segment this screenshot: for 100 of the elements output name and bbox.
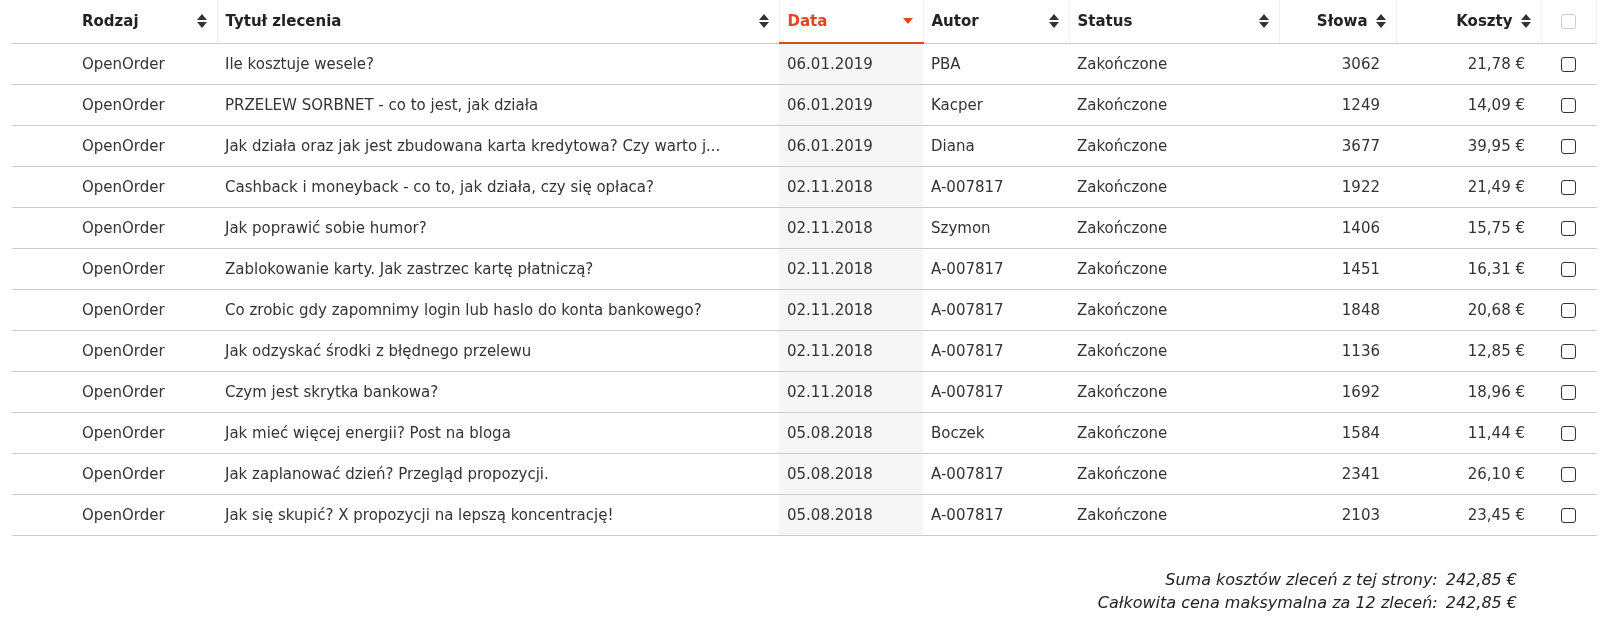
table-cell: Czym jest skrytka bankowa? [225, 383, 439, 401]
sort-icon [1258, 14, 1269, 29]
table-cell: 1848 [1341, 301, 1380, 319]
table-cell: 12,85 € [1467, 342, 1525, 360]
table-cell: Jak odzyskać środki z błędnego przelewu [225, 342, 532, 360]
row-checkbox[interactable] [1561, 98, 1577, 113]
table-cell: 39,95 € [1467, 137, 1525, 155]
summary-label: Suma kosztów zleceń z tej strony: [1165, 570, 1438, 589]
row-checkbox[interactable] [1561, 344, 1577, 359]
table-cell: A-007817 [931, 301, 1004, 319]
table-cell: 1692 [1341, 383, 1380, 401]
summary-value: 242,85 € [1445, 570, 1517, 589]
table-cell: Jak mieć więcej energii? Post na bloga [225, 424, 511, 442]
table-cell: Zakończone [1077, 342, 1168, 360]
table-cell: OpenOrder [82, 342, 165, 360]
row-checkbox[interactable] [1561, 303, 1577, 318]
table-cell: Zakończone [1077, 506, 1168, 524]
table-cell: 05.08.2018 [787, 465, 873, 483]
select-all-checkbox[interactable] [1561, 14, 1577, 30]
table-cell: Zakończone [1077, 465, 1168, 483]
sort-icon [1048, 14, 1059, 29]
table-cell: A-007817 [931, 260, 1004, 278]
table-cell: 15,75 € [1467, 219, 1525, 237]
table-cell: Jak się skupić? X propozycji na lepszą koncentrację! [225, 506, 614, 524]
table-cell: Jak poprawić sobie humor? [225, 219, 427, 237]
table-cell: Kacper [931, 96, 983, 114]
table-cell: 20,68 € [1467, 301, 1525, 319]
table-cell: A-007817 [931, 506, 1004, 524]
table-cell: Co zrobic gdy zapomnimy login lub haslo do konta bankowego? [225, 301, 702, 319]
table-cell: 1249 [1341, 96, 1380, 114]
table-cell: Diana [931, 137, 975, 155]
table-cell: 02.11.2018 [787, 301, 873, 319]
column-header[interactable]: Słowa [1316, 12, 1368, 31]
table-cell: Szymon [931, 219, 991, 237]
table-cell: Zablokowanie karty. Jak zastrzec kartę płatniczą? [225, 260, 594, 278]
column-header[interactable]: Tytuł zlecenia [225, 12, 342, 31]
row-checkbox[interactable] [1561, 385, 1577, 400]
table-cell: 02.11.2018 [787, 342, 873, 360]
table-cell: Zakończone [1077, 219, 1168, 237]
column-header[interactable]: Autor [931, 12, 979, 31]
table-cell: Jak zaplanować dzień? Przegląd propozycji. [225, 465, 549, 483]
table-cell: 26,10 € [1467, 465, 1525, 483]
sort-icon [758, 14, 769, 29]
table-cell: 16,31 € [1467, 260, 1525, 278]
row-checkbox[interactable] [1561, 467, 1577, 482]
sort-icon [1375, 14, 1386, 29]
table-cell: Jak działa oraz jak jest zbudowana karta kredytowa? Czy warto j... [225, 137, 721, 155]
table-cell: Zakończone [1077, 54, 1168, 73]
table-cell: OpenOrder [82, 301, 165, 319]
column-header[interactable]: Koszty [1456, 12, 1513, 31]
table-cell: Boczek [931, 424, 985, 442]
table-cell: 02.11.2018 [787, 178, 873, 196]
table-cell: Zakończone [1077, 178, 1168, 196]
row-checkbox[interactable] [1561, 139, 1577, 154]
table-cell: 2341 [1341, 465, 1380, 483]
table-cell: 2103 [1341, 506, 1380, 524]
row-checkbox[interactable] [1561, 426, 1577, 441]
sort-icon [196, 14, 207, 29]
row-checkbox[interactable] [1561, 56, 1577, 72]
table-cell: A-007817 [931, 178, 1004, 196]
table-cell: 06.01.2019 [787, 137, 873, 155]
table-cell: 11,44 € [1467, 424, 1525, 442]
table-cell: 05.08.2018 [787, 424, 873, 442]
table-cell: Ile kosztuje wesele? [225, 54, 375, 73]
table-cell: PRZELEW SORBNET - co to jest, jak działa [225, 96, 539, 114]
sort-icon [1520, 14, 1531, 29]
table-cell: 21,78 € [1467, 54, 1525, 73]
table-cell: A-007817 [931, 465, 1004, 483]
table-cell: PBA [931, 54, 961, 73]
table-cell: 06.01.2019 [787, 55, 873, 73]
table-cell: OpenOrder [82, 219, 165, 237]
table-cell: 02.11.2018 [787, 219, 873, 237]
table-cell: 06.01.2019 [787, 96, 873, 114]
row-checkbox[interactable] [1561, 508, 1577, 523]
table-cell: OpenOrder [82, 424, 165, 442]
row-checkbox[interactable] [1561, 221, 1577, 236]
row-checkbox[interactable] [1561, 180, 1577, 195]
table-cell: 23,45 € [1467, 506, 1525, 524]
table-cell: 1451 [1341, 260, 1380, 278]
table-cell: OpenOrder [82, 383, 165, 401]
table-cell: 02.11.2018 [787, 383, 873, 401]
sort-descending-icon [902, 18, 913, 24]
column-header[interactable]: Status [1077, 12, 1133, 31]
table-cell: Zakończone [1077, 383, 1168, 401]
table-cell: OpenOrder [82, 178, 165, 196]
table-cell: 3062 [1341, 54, 1380, 73]
table-cell: OpenOrder [82, 96, 165, 114]
table-cell: OpenOrder [82, 54, 165, 73]
table-cell: Zakończone [1077, 96, 1168, 114]
table-cell: 14,09 € [1467, 96, 1525, 114]
row-checkbox[interactable] [1561, 262, 1577, 277]
table-cell: Zakończone [1077, 424, 1168, 442]
table-cell: A-007817 [931, 342, 1004, 360]
table-cell: 21,49 € [1467, 178, 1525, 196]
table-cell: OpenOrder [82, 260, 165, 278]
table-cell: 1922 [1341, 178, 1380, 196]
table-cell: Zakończone [1077, 260, 1168, 278]
column-header[interactable]: Data [787, 12, 828, 30]
column-header[interactable]: Rodzaj [82, 12, 139, 31]
table-cell: Zakończone [1077, 301, 1168, 319]
